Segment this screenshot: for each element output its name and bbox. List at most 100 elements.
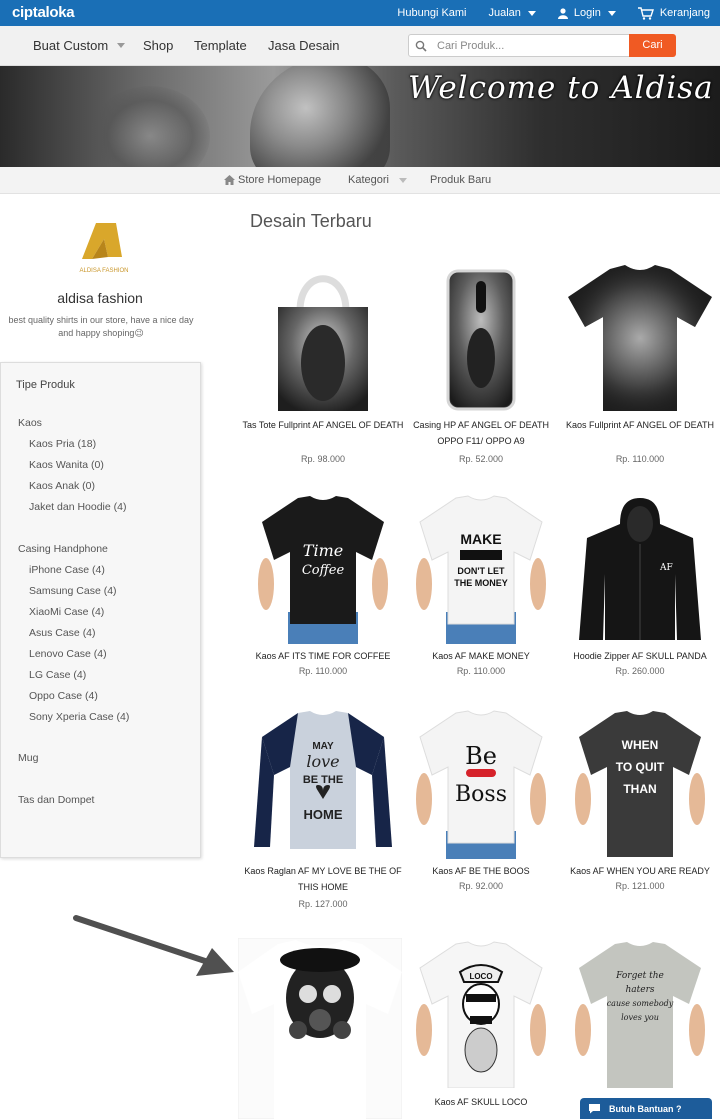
product-name[interactable]: Hoodie Zipper AF SKULL PANDA [559, 648, 720, 664]
filter-item[interactable]: Jaket dan Hoodie (4) [29, 501, 126, 513]
black-tshirt-image[interactable]: Time Coffee [248, 494, 398, 644]
kategori-menu[interactable]: Kategori [348, 174, 407, 186]
store-banner: Welcome to Aldisa [0, 66, 720, 167]
ciptaloka-logo[interactable]: ciptaloka [12, 4, 75, 21]
svg-text:Boss: Boss [455, 782, 507, 807]
product-price: Rp. 52.000 [458, 454, 504, 464]
product-name[interactable]: Casing HP AF ANGEL OF DEATH OPPO F11/ OP… [400, 417, 562, 449]
white-tshirt-image[interactable]: MAKE DON'T LET THE MONEY [406, 494, 556, 644]
search-input[interactable] [437, 38, 622, 54]
sell-label: Jualan [488, 7, 521, 19]
filter-item[interactable]: Lenovo Case (4) [29, 648, 107, 660]
svg-text:DON'T LET: DON'T LET [457, 566, 505, 576]
banner-title: Welcome to Aldisa [408, 70, 714, 106]
store-homepage-link[interactable]: Store Homepage [224, 174, 321, 186]
chevron-down-icon [117, 43, 126, 48]
svg-text:MAKE: MAKE [460, 531, 501, 547]
filter-item[interactable]: iPhone Case (4) [29, 564, 105, 576]
help-label: Butuh Bantuan ? [609, 1103, 682, 1114]
product-price: Rp. 260.000 [615, 666, 665, 676]
svg-text:MAY: MAY [312, 741, 334, 752]
grey-tshirt-image[interactable]: Forget the haters cause somebody loves y… [565, 938, 715, 1088]
svg-text:loves you: loves you [621, 1013, 659, 1022]
filter-item[interactable]: Kaos Wanita (0) [29, 459, 104, 471]
filter-item[interactable]: Asus Case (4) [29, 627, 96, 639]
filter-item[interactable]: Samsung Case (4) [29, 585, 117, 597]
search-icon [415, 40, 427, 52]
black-hoodie-image[interactable]: AF [565, 494, 715, 644]
svg-text:BE THE: BE THE [303, 774, 343, 786]
annotation-arrow-icon [73, 915, 234, 976]
login-menu[interactable]: Login [557, 7, 616, 19]
product-name[interactable]: Kaos AF BE THE BOOS [400, 863, 562, 879]
filter-item[interactable]: Kaos Pria (18) [29, 438, 96, 450]
filter-item[interactable]: XiaoMi Case (4) [29, 606, 104, 618]
contact-link[interactable]: Hubungi Kami [397, 7, 466, 19]
user-icon [557, 7, 568, 19]
filter-title: Tipe Produk [16, 379, 75, 391]
svg-text:LOCO: LOCO [469, 972, 492, 981]
store-nav: Store Homepage Kategori Produk Baru [0, 167, 720, 194]
filter-category-tas[interactable]: Tas dan Dompet [18, 794, 94, 806]
help-chat-button[interactable]: Butuh Bantuan ? [580, 1098, 712, 1119]
product-name[interactable]: Kaos AF SKULL LOCO [400, 1094, 562, 1110]
sell-menu[interactable]: Jualan [489, 7, 536, 19]
cart-icon [637, 6, 654, 20]
white-tshirt-image[interactable]: Be Boss [406, 709, 556, 859]
top-bar: ciptaloka Hubungi Kami Jualan Login Kera… [0, 0, 720, 26]
white-tshirt-image[interactable] [238, 938, 402, 1119]
cart-label: Keranjang [659, 7, 710, 19]
black-tshirt-image[interactable] [565, 263, 715, 413]
search-button[interactable]: Cari [629, 34, 676, 57]
home-icon [224, 175, 235, 185]
nav-buat-custom[interactable]: Buat Custom [33, 38, 126, 53]
product-name[interactable]: Kaos Fullprint AF ANGEL OF DEATH [559, 417, 720, 433]
store-tagline: best quality shirts in our store, have a… [8, 315, 194, 338]
kategori-label: Kategori [348, 174, 389, 186]
filter-category-kaos[interactable]: Kaos [18, 417, 42, 429]
product-price: Rp. 110.000 [456, 666, 506, 676]
product-name[interactable]: Kaos Raglan AF MY LOVE BE THE OF THIS HO… [242, 863, 404, 895]
filter-item[interactable]: LG Case (4) [29, 669, 86, 681]
product-price: Rp. 127.000 [298, 899, 348, 909]
svg-text:AF: AF [659, 563, 673, 573]
svg-text:cause somebody: cause somebody [607, 999, 674, 1008]
login-label: Login [573, 7, 601, 19]
product-price: Rp. 121.000 [615, 881, 665, 891]
nav-jasa-desain[interactable]: Jasa Desain [268, 38, 340, 53]
product-name[interactable]: Kaos AF WHEN YOU ARE READY [559, 863, 720, 879]
svg-text:love: love [306, 752, 339, 771]
tote-bag-image[interactable] [248, 263, 398, 413]
svg-text:THE MONEY: THE MONEY [454, 578, 508, 588]
search-box [408, 34, 630, 57]
raglan-tshirt-image[interactable]: MAY love BE THE HOME [248, 709, 398, 859]
filter-item[interactable]: Sony Xperia Case (4) [29, 711, 129, 723]
product-price: Rp. 98.000 [300, 454, 346, 464]
cart-link[interactable]: Keranjang [637, 6, 710, 20]
product-name[interactable]: Kaos AF MAKE MONEY [400, 648, 562, 664]
svg-text:TO QUIT: TO QUIT [616, 760, 665, 774]
product-name[interactable]: Kaos AF ITS TIME FOR COFFEE [242, 648, 404, 664]
svg-text:Be: Be [465, 742, 497, 770]
product-price: Rp. 110.000 [615, 454, 665, 464]
product-price: Rp. 92.000 [458, 881, 504, 891]
nav-template[interactable]: Template [194, 38, 247, 53]
dark-grey-tshirt-image[interactable]: WHEN TO QUIT THAN [565, 709, 715, 859]
svg-text:haters: haters [625, 985, 654, 995]
filter-item[interactable]: Kaos Anak (0) [29, 480, 95, 492]
produk-baru-link[interactable]: Produk Baru [430, 174, 491, 186]
product-name[interactable]: Tas Tote Fullprint AF ANGEL OF DEATH [242, 417, 404, 433]
nav-shop[interactable]: Shop [143, 38, 173, 53]
filter-category-casing[interactable]: Casing Handphone [18, 543, 108, 555]
section-heading: Desain Terbaru [250, 211, 372, 231]
chat-icon [589, 1104, 600, 1114]
svg-text:Forget the: Forget the [615, 971, 664, 981]
store-logo: ALDISA FASHION [78, 219, 130, 275]
chevron-down-icon [398, 177, 407, 183]
filter-category-mug[interactable]: Mug [18, 752, 38, 764]
store-homepage-label: Store Homepage [238, 174, 322, 186]
phone-case-image[interactable] [406, 263, 556, 413]
white-tshirt-image[interactable]: LOCO [406, 938, 556, 1088]
filter-item[interactable]: Oppo Case (4) [29, 690, 98, 702]
banner-figure [250, 66, 390, 167]
